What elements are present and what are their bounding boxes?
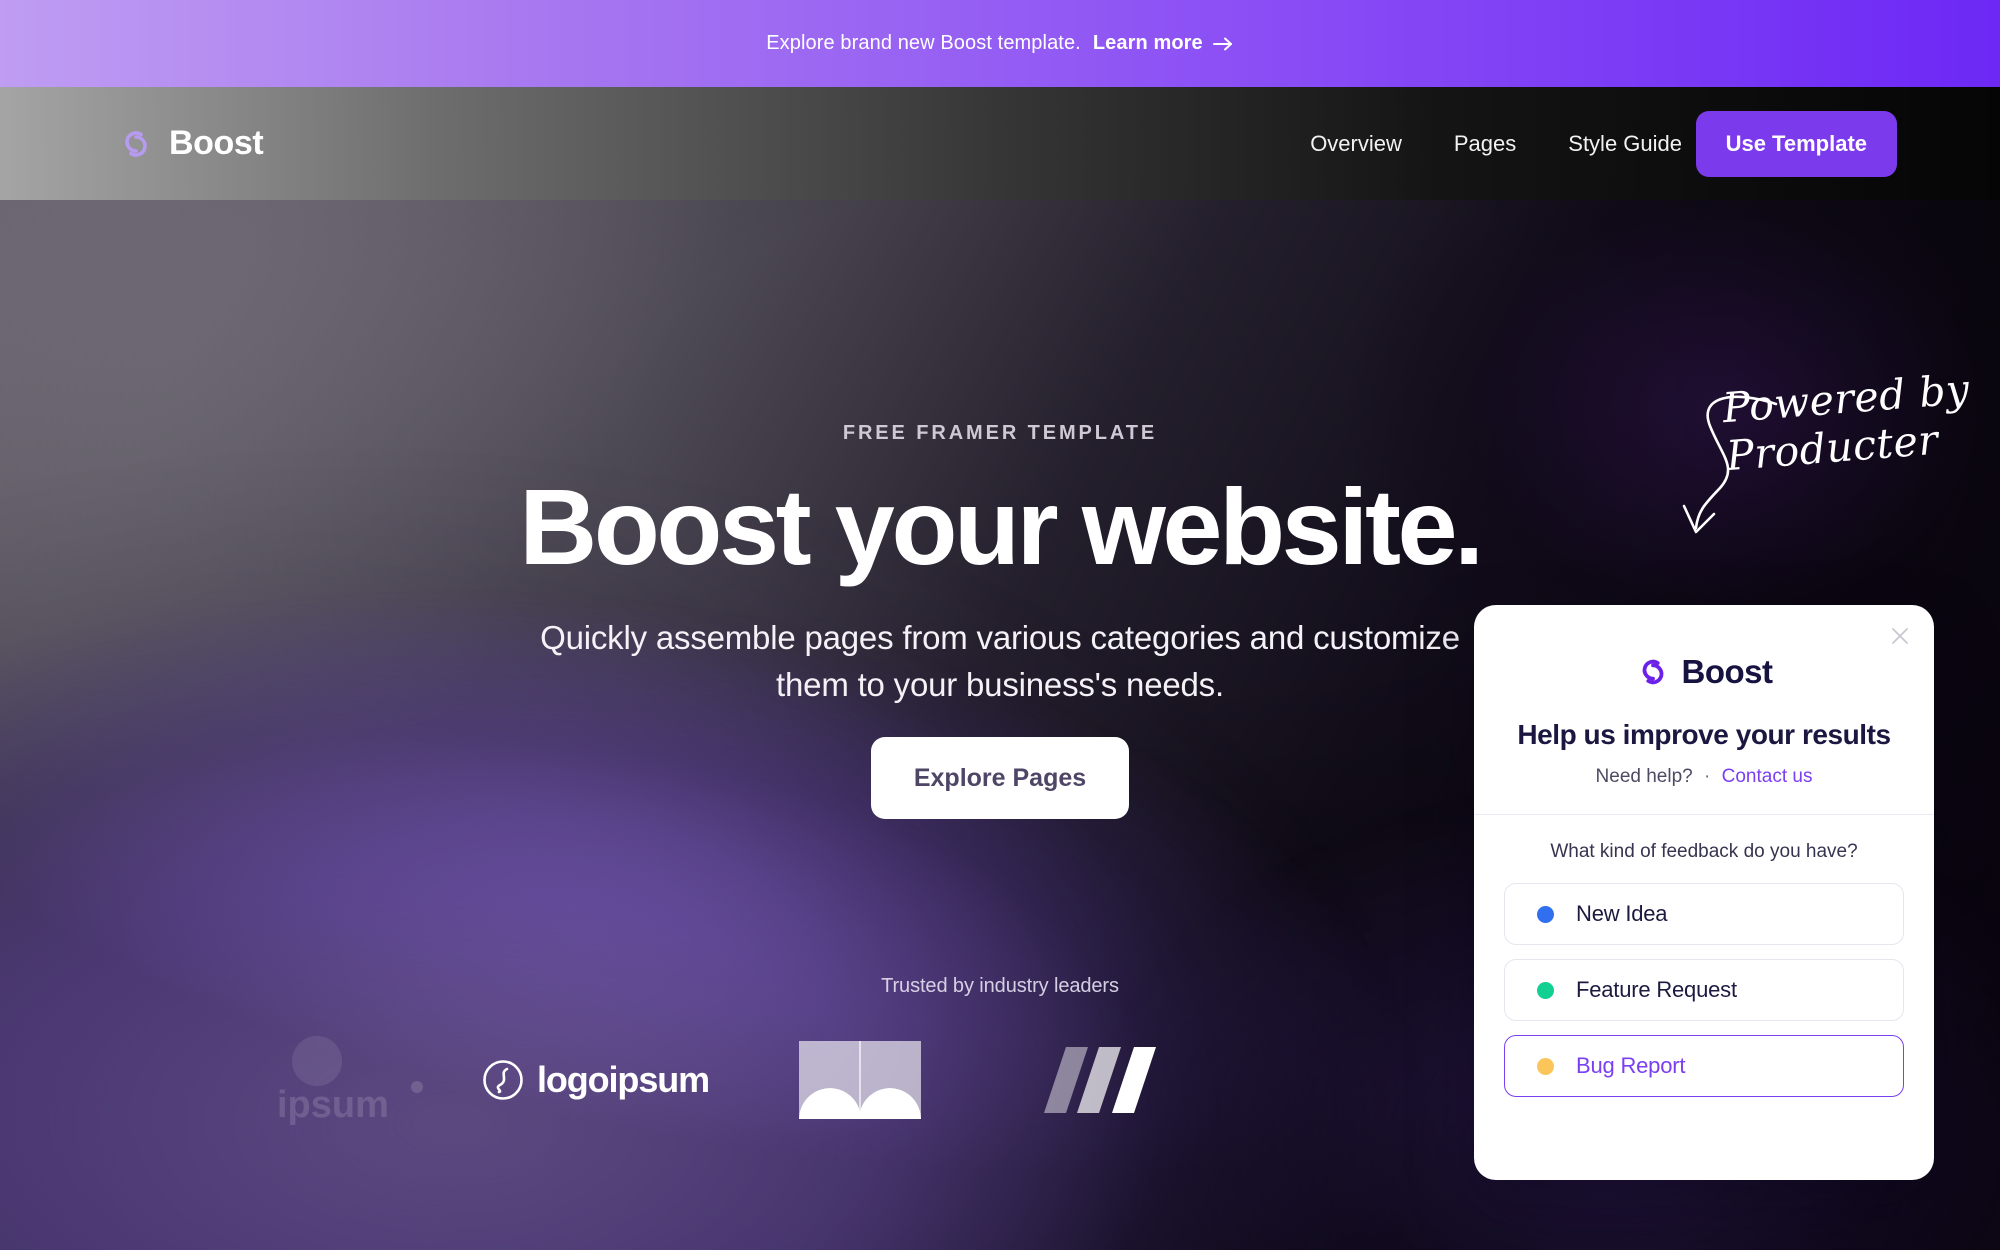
boost-s-logo-icon — [1642, 659, 1663, 685]
navbar-brand-name: Boost — [169, 124, 264, 162]
nav-link-overview[interactable]: Overview — [1310, 131, 1402, 157]
announcement-text: Explore brand new Boost template. — [766, 32, 1081, 54]
contact-us-link[interactable]: Contact us — [1722, 766, 1813, 787]
feedback-option-label: Bug Report — [1576, 1053, 1686, 1078]
ipsum-logo-text: ipsum — [277, 1084, 389, 1126]
powered-by-annotation: Powered by Producter — [1721, 365, 1975, 481]
announcement-bar: Explore brand new Boost template. Learn … — [0, 0, 2000, 87]
hero-subheadline: Quickly assemble pages from various cate… — [540, 619, 1460, 703]
feedback-option-label: New Idea — [1576, 901, 1668, 926]
navbar: Boost Overview Pages Style Guide Use Tem… — [0, 87, 2000, 200]
widget-title: Help us improve your results — [1517, 719, 1891, 750]
widget-close-button[interactable] — [1883, 619, 1917, 653]
widget-header: Boost Help us improve your results Need … — [1474, 605, 1934, 788]
announcement-learn-more-link[interactable]: Learn more — [1093, 32, 1234, 55]
feedback-options-list: New Idea Feature Request Bug Report — [1474, 883, 1934, 1097]
announcement-link-label: Learn more — [1092, 32, 1203, 54]
feedback-option-label: Feature Request — [1576, 977, 1737, 1002]
feedback-widget: Boost Help us improve your results Need … — [1474, 605, 1934, 1180]
option-dot-feature-request — [1537, 981, 1554, 999]
landing-page: Explore brand new Boost template. Learn … — [0, 0, 2000, 1250]
trusted-by-logos: ipsum logoipsum — [260, 1020, 1260, 1140]
nav-link-style-guide[interactable]: Style Guide — [1568, 131, 1682, 157]
widget-help-text: Need help? — [1595, 766, 1693, 787]
widget-separator: · — [1704, 766, 1711, 787]
widget-divider — [1474, 814, 1934, 815]
ipsum-faded-logo: ipsum — [260, 1020, 460, 1140]
feedback-option-feature-request[interactable]: Feature Request — [1504, 959, 1904, 1021]
close-icon — [1892, 628, 1908, 644]
boost-s-logo-icon — [125, 130, 147, 157]
use-template-button[interactable]: Use Template — [1695, 110, 1897, 177]
nav-link-pages[interactable]: Pages — [1454, 131, 1516, 157]
logoipsum-logo-text: logoipsum — [536, 1059, 710, 1100]
arrow-right-icon — [1212, 37, 1232, 50]
logoipsum-wordmark-logo: logoipsum — [465, 1020, 725, 1140]
widget-brand: Boost — [1502, 653, 1906, 691]
widget-brand-name: Boost — [1681, 653, 1774, 690]
slanted-bars-logo — [990, 1020, 1210, 1140]
explore-pages-button[interactable]: Explore Pages — [871, 737, 1129, 819]
feedback-option-bug-report[interactable]: Bug Report — [1504, 1035, 1904, 1097]
widget-help-row: Need help? · Contact us — [1502, 766, 1906, 788]
option-dot-bug-report — [1537, 1057, 1554, 1075]
navbar-links: Overview Pages Style Guide — [1310, 131, 1682, 157]
navbar-brand[interactable]: Boost — [118, 124, 264, 163]
option-dot-new-idea — [1537, 905, 1554, 923]
double-arch-logo — [750, 1020, 970, 1140]
feedback-option-new-idea[interactable]: New Idea — [1504, 883, 1904, 945]
widget-question: What kind of feedback do you have? — [1550, 841, 1858, 862]
